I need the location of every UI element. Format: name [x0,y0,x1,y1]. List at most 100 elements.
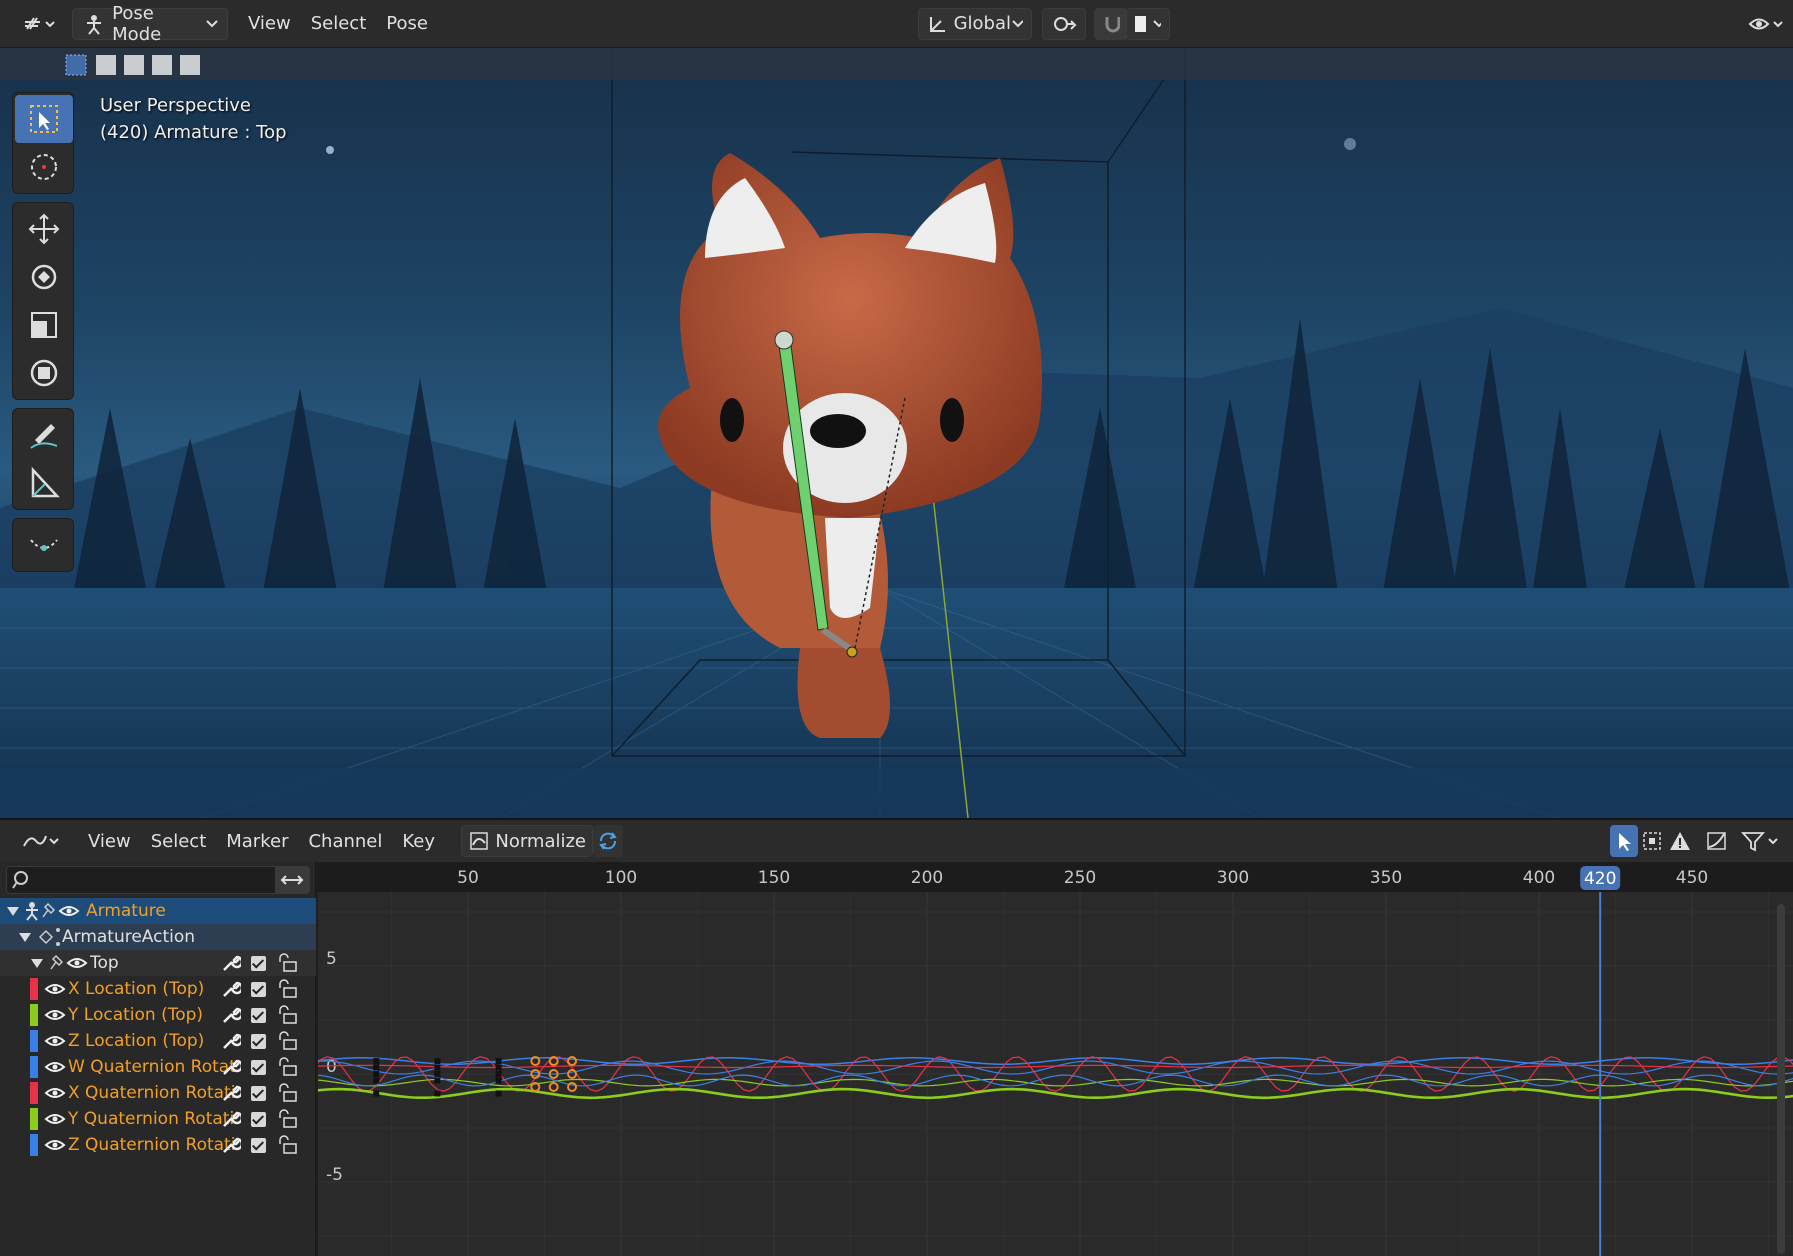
normalize-toggle[interactable]: Normalize [461,825,594,857]
armature-pin-eye-icon[interactable] [24,900,84,922]
channel-row[interactable]: Y Quaternion Rotati [0,1106,316,1132]
keyframe[interactable] [495,1071,502,1077]
channel-name: Y Quaternion Rotati [68,1109,235,1129]
top-header: Pose Mode View Select Pose Global [0,0,1793,48]
transform-tool[interactable] [15,349,73,397]
annotate-tool[interactable] [15,411,73,459]
ge-menu-channel[interactable]: Channel [298,831,392,852]
channel-row[interactable]: X Location (Top) [0,976,316,1002]
frame-tick-label: 100 [605,868,637,888]
mute-checkbox[interactable] [251,1137,266,1153]
menu-pose[interactable]: Pose [376,13,438,34]
ge-menu-marker[interactable]: Marker [216,831,298,852]
scale-tool[interactable] [15,301,73,349]
keyframe[interactable] [373,1058,380,1065]
transform-orientation-dropdown[interactable]: Global [918,7,1032,40]
keyframe[interactable] [495,1058,502,1065]
keyframe[interactable] [495,1090,502,1097]
lock-icon[interactable] [276,953,298,973]
keyframe[interactable] [495,1077,502,1084]
channel-row[interactable]: Z Quaternion Rotati [0,1132,316,1158]
mode-selector[interactable]: Pose Mode [72,3,228,45]
lock-icon[interactable] [276,1005,298,1025]
modifier-wrench-icon[interactable] [221,953,241,973]
3d-viewport[interactable]: User Perspective (420) Armature : Top [0,48,1793,818]
channel-row[interactable]: X Quaternion Rotati [0,1080,316,1106]
channel-name: Y Location (Top) [68,1005,204,1025]
channel-row[interactable]: Armature [0,898,316,924]
lock-icon[interactable] [276,1083,298,1103]
lock-icon[interactable] [276,1057,298,1077]
keyframe[interactable] [373,1077,380,1084]
mute-checkbox[interactable] [251,1033,266,1049]
lock-icon[interactable] [276,979,298,999]
keyframe[interactable] [434,1090,441,1097]
proportional-edit-button[interactable] [1126,7,1170,40]
channel-search-field[interactable] [6,866,310,894]
keyframe[interactable] [373,1090,380,1097]
modifier-wrench-icon[interactable] [221,1005,241,1025]
pivot-point-button[interactable] [1042,7,1086,40]
only-selected-toggle[interactable] [1610,825,1638,857]
graph-editor-type-button[interactable] [14,825,68,857]
channel-row[interactable]: Top [0,950,316,976]
keyframe[interactable] [495,1064,502,1071]
view-name: User Perspective [100,95,251,116]
menu-view[interactable]: View [238,13,301,34]
keyframe[interactable] [434,1058,441,1065]
keyframe[interactable] [434,1064,441,1071]
keyframe[interactable] [434,1071,441,1077]
menu-select[interactable]: Select [301,13,377,34]
lock-icon[interactable] [276,1135,298,1155]
snap-toggle[interactable] [1094,7,1128,40]
lock-icon[interactable] [276,1031,298,1051]
auto-normalize-toggle[interactable] [593,825,624,857]
show-hidden-toggle[interactable] [1638,825,1666,857]
vertical-scrollbar[interactable] [1777,904,1785,1254]
graph-area[interactable]: 50 100 150 200 250 300 350 400 450 5 0 -5 420 [314,862,1793,1256]
keyframe[interactable] [434,1077,441,1084]
channel-row[interactable]: W Quaternion Rotat [0,1054,316,1080]
channel-name: Top [90,953,119,973]
viewport-overlays-button[interactable] [1740,8,1792,40]
ge-menu-select[interactable]: Select [141,831,217,852]
channel-row[interactable]: ArmatureAction [0,924,316,950]
proportional-edit-ge-button[interactable] [1702,825,1732,857]
cursor-tool[interactable] [15,143,73,191]
tool-options-bar [0,48,1793,80]
editor-type-button[interactable] [14,8,64,40]
mute-checkbox[interactable] [251,1007,266,1023]
channel-row[interactable]: Y Location (Top) [0,1002,316,1028]
ge-menu-view[interactable]: View [78,831,141,852]
only-errors-toggle[interactable] [1666,825,1694,857]
modifier-wrench-icon[interactable] [221,1135,241,1155]
mute-checkbox[interactable] [251,955,266,971]
mute-checkbox[interactable] [251,981,266,997]
move-tool[interactable] [15,205,73,253]
select-box-tool[interactable] [15,95,73,143]
mute-checkbox[interactable] [251,1059,266,1075]
keyframe[interactable] [373,1064,380,1071]
modifier-wrench-icon[interactable] [221,1057,241,1077]
disclosure-triangle-icon[interactable] [18,930,32,944]
f-curve-canvas[interactable]: 50 100 150 200 250 300 350 400 45050-5420 [314,862,1793,1256]
keyframe[interactable] [373,1071,380,1077]
swap-invert-button[interactable] [275,867,309,893]
mute-checkbox[interactable] [251,1085,266,1101]
filter-dropdown[interactable] [1738,825,1786,857]
modifier-wrench-icon[interactable] [221,979,241,999]
disclosure-triangle-icon[interactable] [30,956,44,970]
ge-menu-key[interactable]: Key [392,831,445,852]
measure-tool[interactable] [15,459,73,507]
lock-icon[interactable] [276,1109,298,1129]
channel-row[interactable]: Z Location (Top) [0,1028,316,1054]
disclosure-triangle-icon[interactable] [6,904,20,918]
mute-checkbox[interactable] [251,1111,266,1127]
modifier-wrench-icon[interactable] [221,1031,241,1051]
modifier-wrench-icon[interactable] [221,1109,241,1129]
rotate-tool[interactable] [15,253,73,301]
relax-tool[interactable] [15,521,73,569]
modifier-wrench-icon[interactable] [221,1083,241,1103]
frame-ruler[interactable] [318,862,1793,892]
selection-mode-icons[interactable] [64,52,204,78]
